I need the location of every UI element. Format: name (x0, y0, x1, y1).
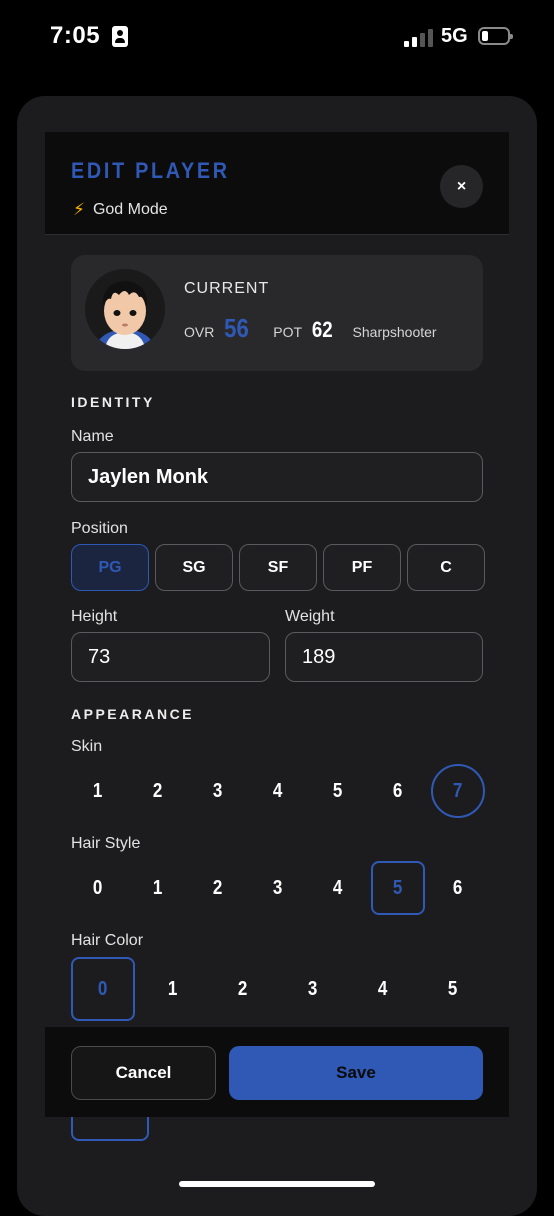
name-input[interactable]: Jaylen Monk (71, 452, 483, 502)
hair-style-option-4[interactable]: 4 (311, 861, 365, 915)
ovr-value: 56 (224, 313, 250, 343)
hair-style-option-2[interactable]: 2 (191, 861, 245, 915)
status-bar: 7:05 5G (0, 0, 554, 70)
network-type: 5G (441, 25, 468, 47)
archetype-label: Sharpshooter (352, 324, 437, 340)
close-icon: × (456, 177, 467, 195)
cancel-button[interactable]: Cancel (71, 1046, 216, 1100)
status-time: 7:05 (50, 22, 101, 49)
mode-indicator: ⚡ God Mode (73, 200, 168, 220)
skin-option-3[interactable]: 3 (191, 764, 245, 818)
identity-section-title: IDENTITY (71, 394, 155, 410)
ovr-label: OVR (184, 324, 215, 340)
weight-label: Weight (285, 608, 335, 625)
mode-label: God Mode (92, 201, 168, 218)
position-option-sf[interactable]: SF (239, 544, 317, 591)
hair-style-option-6[interactable]: 6 (431, 861, 485, 915)
position-option-c[interactable]: C (407, 544, 485, 591)
position-selector: PG SG SF PF C (71, 544, 485, 591)
position-label: Position (71, 520, 128, 537)
skin-option-7[interactable]: 7 (431, 764, 485, 818)
modal-content[interactable]: CURRENT OVR 56 POT 62 Sharpshooter IDENT… (45, 235, 509, 1027)
hair-color-selector: 0 1 2 3 4 5 (71, 957, 485, 1021)
height-label: Height (71, 608, 118, 625)
skin-label: Skin (71, 738, 103, 755)
home-indicator[interactable] (179, 1181, 375, 1187)
position-option-sg[interactable]: SG (155, 544, 233, 591)
weight-input[interactable]: 189 (285, 632, 483, 682)
avatar-face-icon (85, 269, 165, 349)
skin-option-5[interactable]: 5 (311, 764, 365, 818)
hair-style-option-5[interactable]: 5 (371, 861, 425, 915)
lightning-icon: ⚡ (73, 200, 85, 219)
pot-label: POT (273, 324, 303, 340)
skin-selector: 1 2 3 4 5 6 7 (71, 764, 485, 818)
contact-card-icon (112, 26, 128, 47)
modal-header: EDIT PLAYER ⚡ God Mode × (45, 132, 509, 235)
current-player-card: CURRENT OVR 56 POT 62 Sharpshooter (71, 255, 483, 371)
close-button[interactable]: × (440, 165, 483, 208)
signal-icon (404, 27, 434, 47)
height-input[interactable]: 73 (71, 632, 270, 682)
scrolled-option-peek (71, 1117, 149, 1141)
hair-style-option-0[interactable]: 0 (71, 861, 125, 915)
modal-title: EDIT PLAYER (71, 158, 230, 183)
hair-color-option-4[interactable]: 4 (351, 957, 415, 1021)
current-stats: OVR 56 POT 62 Sharpshooter (184, 313, 437, 344)
hair-color-option-5[interactable]: 5 (421, 957, 485, 1021)
hair-color-label: Hair Color (71, 932, 144, 949)
hair-color-option-0[interactable]: 0 (71, 957, 135, 1021)
skin-option-6[interactable]: 6 (371, 764, 425, 818)
hair-color-option-2[interactable]: 2 (211, 957, 275, 1021)
hair-style-label: Hair Style (71, 835, 141, 852)
skin-option-2[interactable]: 2 (131, 764, 185, 818)
hair-style-option-1[interactable]: 1 (131, 861, 185, 915)
player-avatar (85, 269, 165, 349)
name-label: Name (71, 428, 114, 445)
pot-value: 62 (311, 317, 333, 342)
current-label: CURRENT (184, 280, 270, 297)
skin-option-4[interactable]: 4 (251, 764, 305, 818)
save-button[interactable]: Save (229, 1046, 483, 1100)
appearance-section-title: APPEARANCE (71, 706, 195, 722)
hair-color-option-3[interactable]: 3 (281, 957, 345, 1021)
hair-style-selector: 0 1 2 3 4 5 6 (71, 861, 485, 915)
skin-option-1[interactable]: 1 (71, 764, 125, 818)
battery-icon (478, 27, 513, 45)
hair-style-option-3[interactable]: 3 (251, 861, 305, 915)
position-option-pf[interactable]: PF (323, 544, 401, 591)
position-option-pg[interactable]: PG (71, 544, 149, 591)
hair-color-option-1[interactable]: 1 (141, 957, 205, 1021)
modal-footer: Cancel Save (45, 1027, 509, 1117)
